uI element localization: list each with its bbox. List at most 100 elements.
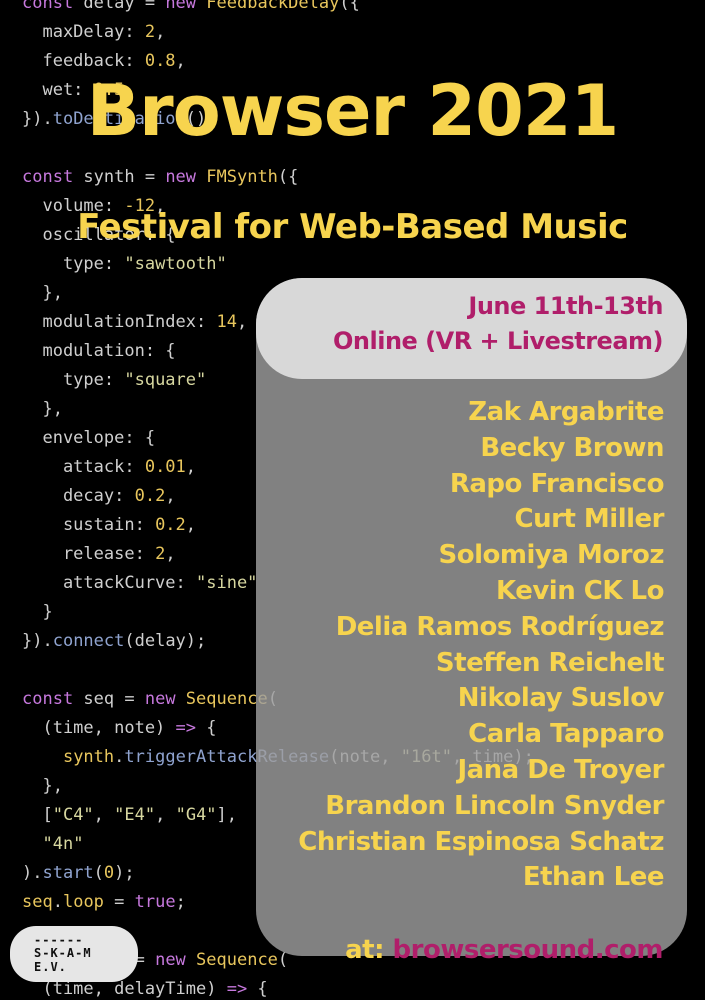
code-token: [ <box>22 805 53 825</box>
code-token: const <box>22 167 84 187</box>
code-token: delay = <box>83 0 166 13</box>
code-token: envelope: { <box>22 428 156 448</box>
code-token: synth = <box>83 167 166 187</box>
artist-name: Jana De Troyer <box>457 754 664 785</box>
code-token: Sequence <box>196 950 278 970</box>
code-token: new <box>165 0 207 13</box>
code-token: "sine" <box>196 573 258 593</box>
skam-logo: ------ S-K-A-M E.V. <box>10 926 138 982</box>
code-token: 14 <box>216 312 237 332</box>
code-token: new <box>155 950 197 970</box>
code-token: (time, note) <box>22 718 176 738</box>
code-line: type: "sawtooth" <box>22 250 534 279</box>
code-token: 0.2 <box>155 515 186 535</box>
code-token: new <box>144 689 186 709</box>
code-token: release: <box>22 544 156 564</box>
code-token: decay: <box>22 486 135 506</box>
code-token: "square" <box>124 370 207 390</box>
code-token: ], <box>216 805 238 825</box>
poster: const delay = new FeedbackDelay({ maxDel… <box>0 0 705 1000</box>
code-token: type: <box>22 370 125 390</box>
code-line: maxDelay: 2, <box>22 18 534 47</box>
code-token: { <box>257 979 268 999</box>
code-token: "C4" <box>52 805 94 825</box>
artist-name: Carla Tapparo <box>468 719 664 750</box>
code-token: "E4" <box>114 805 156 825</box>
code-token: "4n" <box>42 834 84 854</box>
code-token: synth <box>62 747 115 767</box>
website-link[interactable]: browsersound.com <box>393 935 664 965</box>
code-token: "sawtooth" <box>124 254 227 274</box>
logo-dash-line: ------ <box>34 933 84 947</box>
code-token: "G4" <box>175 805 217 825</box>
code-token: , <box>155 22 166 42</box>
code-token: attackCurve: <box>22 573 196 593</box>
code-token: . <box>114 747 125 767</box>
code-token: }). <box>22 631 53 651</box>
code-token: attack: <box>22 457 145 477</box>
code-token: ({ <box>277 167 299 187</box>
artist-name: Ethan Lee <box>522 862 665 893</box>
code-token: (delay); <box>124 631 207 651</box>
code-token: const <box>22 0 84 13</box>
code-token: }, <box>22 776 63 796</box>
artist-name: Brandon Lincoln Snyder <box>325 790 664 821</box>
website-line: at: browsersound.com <box>345 928 663 972</box>
code-token: , <box>185 515 197 535</box>
logo-name: S-K-A-M <box>34 946 92 960</box>
code-token: connect <box>52 631 125 651</box>
artist-name: Becky Brown <box>480 432 664 463</box>
code-token: FeedbackDelay <box>206 0 340 13</box>
code-token: , <box>165 544 176 564</box>
code-token: ({ <box>339 0 360 13</box>
code-token: ( <box>93 863 104 883</box>
code-token: 2 <box>144 22 156 42</box>
code-line: const delay = new FeedbackDelay({ <box>22 0 534 18</box>
code-token: 0 <box>103 863 115 883</box>
code-token: maxDelay: <box>22 22 145 42</box>
code-token: new <box>165 167 207 187</box>
code-token: 2 <box>155 544 166 564</box>
festival-location: Online (VR + Livestream) <box>333 327 664 355</box>
code-token: type: <box>22 254 125 274</box>
code-token: 0.01 <box>144 457 186 477</box>
artist-list: Zak Argabrite Becky Brown Rapo Francisco Cu… <box>256 395 664 896</box>
code-token: ); <box>114 863 135 883</box>
code-token: seq = <box>83 689 145 709</box>
code-token: FMSynth <box>206 167 278 187</box>
code-token: = <box>103 892 135 912</box>
code-token: }, <box>22 283 63 303</box>
artist-name: Zak Argabrite <box>468 397 664 427</box>
artist-name: Kevin CK Lo <box>496 575 664 606</box>
code-token: const <box>22 689 84 709</box>
code-token: }, <box>22 399 63 419</box>
artist-name: Delia Ramos Rodríguez <box>335 611 665 642</box>
code-token: start <box>42 863 94 883</box>
logo-subtext: E.V. <box>34 960 67 974</box>
code-token: => <box>226 979 258 999</box>
code-token: 0.2 <box>134 486 166 506</box>
code-token: , <box>93 805 115 825</box>
code-token: . <box>52 892 63 912</box>
code-token: seq <box>22 892 53 912</box>
info-panel: June 11th-13th Online (VR + Livestream) … <box>256 278 687 965</box>
code-token: , <box>155 805 176 825</box>
code-token: , <box>236 312 248 332</box>
artist-name: Christian Espinosa Schatz <box>298 826 664 857</box>
artist-name: Steffen Reichelt <box>435 647 665 678</box>
code-token: => <box>175 718 207 738</box>
code-token: sustain: <box>22 515 156 535</box>
code-token: } <box>22 602 53 622</box>
code-token: , <box>185 457 197 477</box>
artist-name: Curt Miller <box>514 504 665 535</box>
code-token: modulationIndex: <box>22 312 217 332</box>
code-token: ). <box>22 863 43 883</box>
code-token: (time, delayTime) <box>22 979 227 999</box>
code-line: const synth = new FMSynth({ <box>22 163 534 192</box>
code-token: loop <box>62 892 104 912</box>
festival-dates: June 11th-13th <box>468 292 663 320</box>
code-token: modulation: { <box>22 341 176 361</box>
festival-title: Browser 2021 <box>86 70 620 152</box>
